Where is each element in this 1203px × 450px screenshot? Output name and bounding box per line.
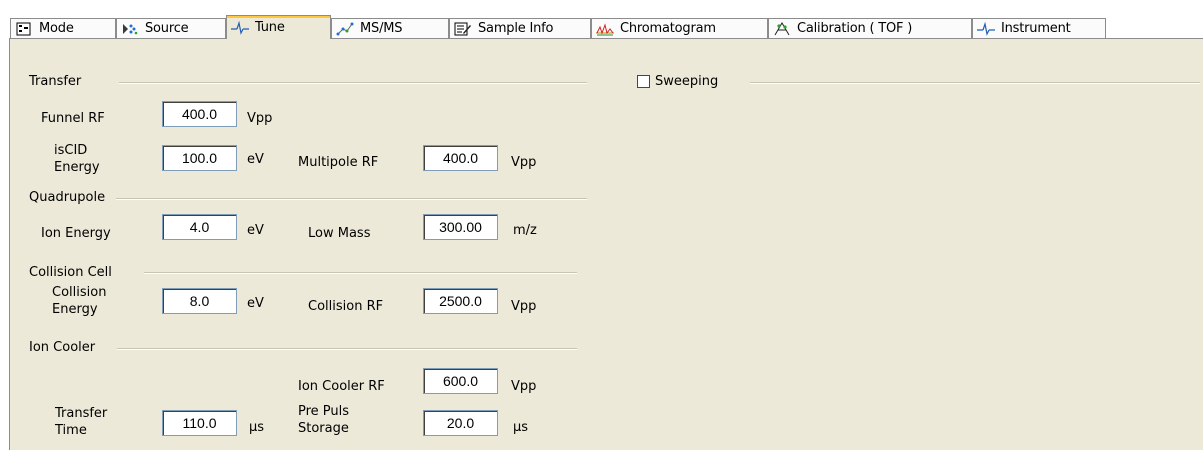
ion-energy-input[interactable]: 4.0 <box>162 214 237 240</box>
transfer-group-title: Transfer <box>29 74 82 89</box>
multipole-rf-unit: Vpp <box>511 155 537 170</box>
sweeping-checkbox[interactable] <box>637 75 650 88</box>
tune-icon <box>231 20 249 35</box>
ion-cooler-rf-label: Ion Cooler RF <box>298 379 385 394</box>
collision-rf-input[interactable]: 2500.0 <box>423 288 498 314</box>
iscid-energy-unit: eV <box>247 152 264 167</box>
pre-puls-storage-label-line2: Storage <box>298 421 349 436</box>
low-mass-unit: m/z <box>513 223 537 238</box>
chromatogram-icon <box>596 22 614 36</box>
funnel-rf-label: Funnel RF <box>41 111 105 126</box>
ion-energy-label: Ion Energy <box>41 226 111 241</box>
multipole-rf-label: Multipole RF <box>298 155 379 170</box>
tab-instrument-label: Instrument <box>1001 21 1071 36</box>
mode-icon <box>15 22 33 36</box>
pre-puls-storage-unit: µs <box>513 420 529 435</box>
multipole-rf-input[interactable]: 400.0 <box>423 145 498 171</box>
ion-energy-unit: eV <box>247 223 264 238</box>
collision-rf-unit: Vpp <box>511 299 537 314</box>
tab-tune[interactable]: Tune <box>226 15 331 39</box>
source-icon <box>121 22 139 36</box>
msms-icon <box>336 22 354 36</box>
low-mass-input[interactable]: 300.00 <box>423 214 498 240</box>
tab-calibration-label: Calibration ( TOF ) <box>797 21 913 36</box>
tab-tune-label: Tune <box>255 20 285 35</box>
tab-msms-label: MS/MS <box>360 21 403 36</box>
tab-bar: Mode Source Tune MS/MS Sample Info Chrom… <box>0 0 1203 39</box>
collision-energy-label-line2: Energy <box>52 302 98 317</box>
tab-sample-info[interactable]: Sample Info <box>449 18 591 38</box>
pre-puls-storage-label-line1: Pre Puls <box>298 404 350 419</box>
transfer-time-label-line2: Time <box>55 423 87 438</box>
sample-info-icon <box>454 22 472 36</box>
funnel-rf-unit: Vpp <box>247 111 273 126</box>
tab-source[interactable]: Source <box>116 18 226 38</box>
ion-cooler-rf-unit: Vpp <box>511 379 537 394</box>
collision-rf-label: Collision RF <box>308 299 384 314</box>
transfer-time-label-line1: Transfer <box>55 406 108 421</box>
tab-source-label: Source <box>145 21 189 36</box>
tune-panel: Transfer Funnel RF 400.0 Vpp isCID Energ… <box>9 38 1203 450</box>
tab-calibration[interactable]: Calibration ( TOF ) <box>768 18 972 38</box>
tab-mode-label: Mode <box>39 21 74 36</box>
quadrupole-divider <box>116 198 587 200</box>
collision-energy-input[interactable]: 8.0 <box>162 288 237 314</box>
collision-energy-label-line1: Collision <box>52 285 107 300</box>
transfer-time-unit: µs <box>249 420 265 435</box>
tab-chromatogram[interactable]: Chromatogram <box>591 18 768 38</box>
tab-mode[interactable]: Mode <box>10 18 116 38</box>
tab-msms[interactable]: MS/MS <box>331 18 449 38</box>
sweeping-divider <box>750 82 1200 84</box>
iscid-energy-label-line1: isCID <box>54 143 88 158</box>
low-mass-label: Low Mass <box>308 226 371 241</box>
collision-energy-unit: eV <box>247 296 264 311</box>
transfer-time-input[interactable]: 110.0 <box>162 410 237 436</box>
transfer-divider <box>119 82 587 84</box>
tab-instrument[interactable]: Instrument <box>972 18 1106 38</box>
pre-puls-storage-input[interactable]: 20.0 <box>423 410 498 436</box>
quadrupole-group-title: Quadrupole <box>29 190 106 205</box>
instrument-icon <box>977 21 995 36</box>
ion-cooler-rf-input[interactable]: 600.0 <box>423 368 498 394</box>
ion-cooler-divider <box>117 348 577 350</box>
tab-chromatogram-label: Chromatogram <box>620 21 716 36</box>
collision-cell-divider <box>144 272 577 274</box>
funnel-rf-input[interactable]: 400.0 <box>162 101 237 127</box>
sweeping-label[interactable]: Sweeping <box>655 73 718 90</box>
collision-cell-group-title: Collision Cell <box>29 265 112 280</box>
iscid-energy-input[interactable]: 100.0 <box>162 145 237 171</box>
tab-sample-info-label: Sample Info <box>478 21 554 36</box>
ion-cooler-group-title: Ion Cooler <box>29 340 96 355</box>
calibration-icon <box>773 21 791 36</box>
iscid-energy-label-line2: Energy <box>54 160 100 175</box>
